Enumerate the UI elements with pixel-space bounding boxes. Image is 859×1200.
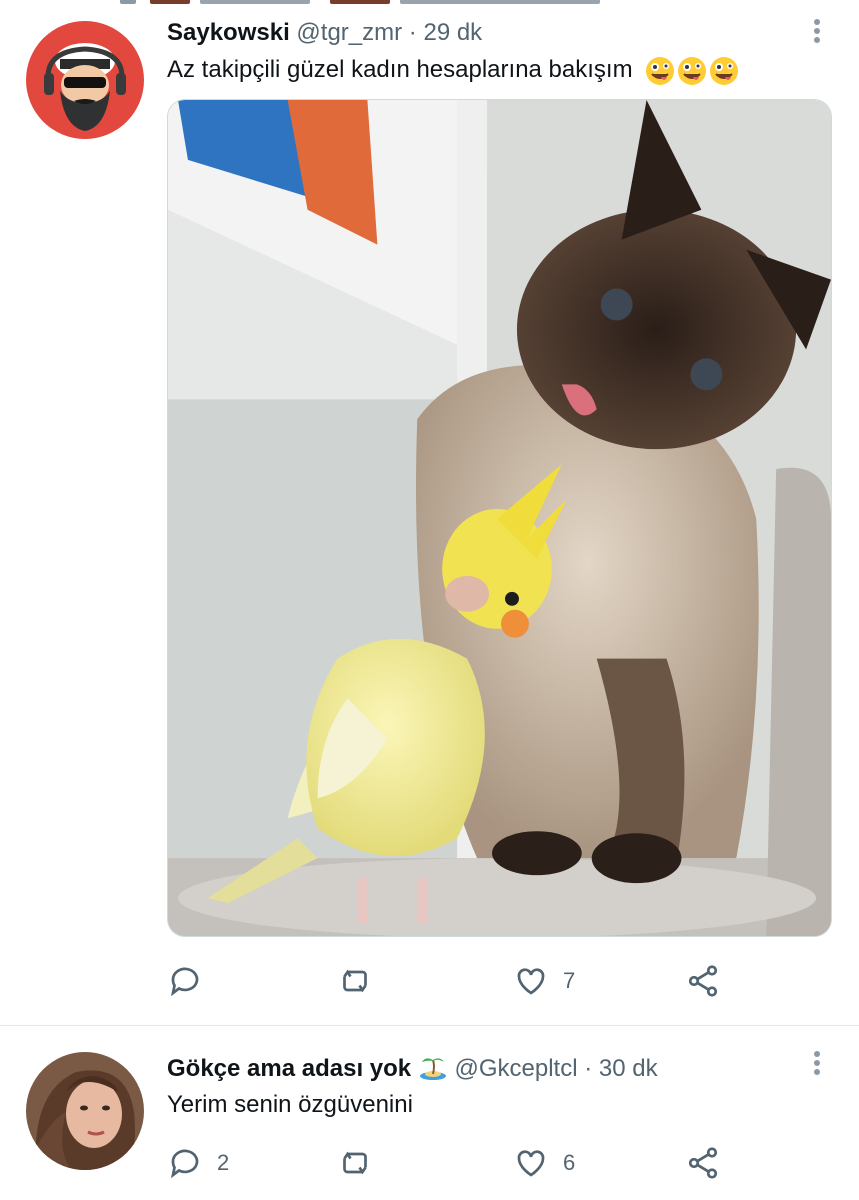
reply-button[interactable]: 2 xyxy=(167,1143,229,1183)
avatar[interactable] xyxy=(26,21,144,139)
retweet-button[interactable] xyxy=(337,961,387,1001)
zany-face-emoji-icon xyxy=(710,56,739,85)
handle[interactable]: @tgr_zmr xyxy=(296,19,402,46)
retweet-button[interactable] xyxy=(337,1143,387,1183)
tweet-photo[interactable] xyxy=(167,99,832,937)
like-count: 7 xyxy=(563,968,576,993)
tweet-text-content: Yerim senin özgüvenini xyxy=(167,1091,413,1118)
reply-count: 2 xyxy=(217,1150,230,1175)
heart-icon xyxy=(517,968,545,995)
timestamp[interactable]: 30 dk xyxy=(599,1055,658,1082)
display-name[interactable]: Saykowski xyxy=(167,19,290,46)
share-button[interactable] xyxy=(685,961,735,1001)
tweet-actions: 2 6 xyxy=(167,1143,767,1183)
share-icon xyxy=(688,965,718,997)
photo-cat-and-cockatiel-icon xyxy=(168,100,831,936)
heart-icon xyxy=(517,1150,545,1177)
like-count: 6 xyxy=(563,1150,576,1175)
desert-island-emoji-icon xyxy=(419,1058,446,1080)
display-name[interactable]: Gökçe ama adası yok xyxy=(167,1055,411,1082)
avatar[interactable] xyxy=(26,1052,144,1170)
like-button[interactable]: 7 xyxy=(513,961,575,1001)
emoji-group xyxy=(645,56,739,86)
separator: · xyxy=(408,19,417,46)
share-icon xyxy=(688,1147,718,1179)
retweet-icon xyxy=(343,1151,367,1175)
zany-face-emoji-icon xyxy=(678,56,707,85)
tweet[interactable]: Saykowski @tgr_zmr · 29 dk Az takipçili … xyxy=(0,0,859,1025)
bearded-man-avatar-icon xyxy=(26,21,144,139)
timestamp[interactable]: 29 dk xyxy=(423,19,482,46)
zany-face-emoji-icon xyxy=(646,56,675,85)
handle[interactable]: @Gkcepltcl xyxy=(454,1055,577,1082)
tweet-text-content: Az takipçili güzel kadın hesaplarına bak… xyxy=(167,56,633,83)
reply-icon xyxy=(170,967,199,997)
share-button[interactable] xyxy=(685,1143,735,1183)
woman-portrait-avatar-icon xyxy=(26,1052,144,1170)
tweet[interactable]: Gökçe ama adası yok @Gkcepltcl · 30 dk Y… xyxy=(0,1026,859,1200)
tweet-text: Az takipçili güzel kadın hesaplarına bak… xyxy=(167,55,739,86)
more-options-icon[interactable] xyxy=(807,1048,827,1078)
separator: · xyxy=(584,1055,593,1082)
like-button[interactable]: 6 xyxy=(513,1143,575,1183)
tweet-header: Gökçe ama adası yok @Gkcepltcl · 30 dk xyxy=(167,1052,658,1084)
tweet-actions: 7 xyxy=(167,961,767,1001)
reply-icon xyxy=(170,1149,199,1179)
more-options-icon[interactable] xyxy=(807,16,827,46)
reply-button[interactable] xyxy=(167,961,217,1001)
tweet-header: Saykowski @tgr_zmr · 29 dk xyxy=(167,18,482,48)
tweet-text: Yerim senin özgüvenini xyxy=(167,1090,413,1120)
retweet-icon xyxy=(343,969,367,993)
